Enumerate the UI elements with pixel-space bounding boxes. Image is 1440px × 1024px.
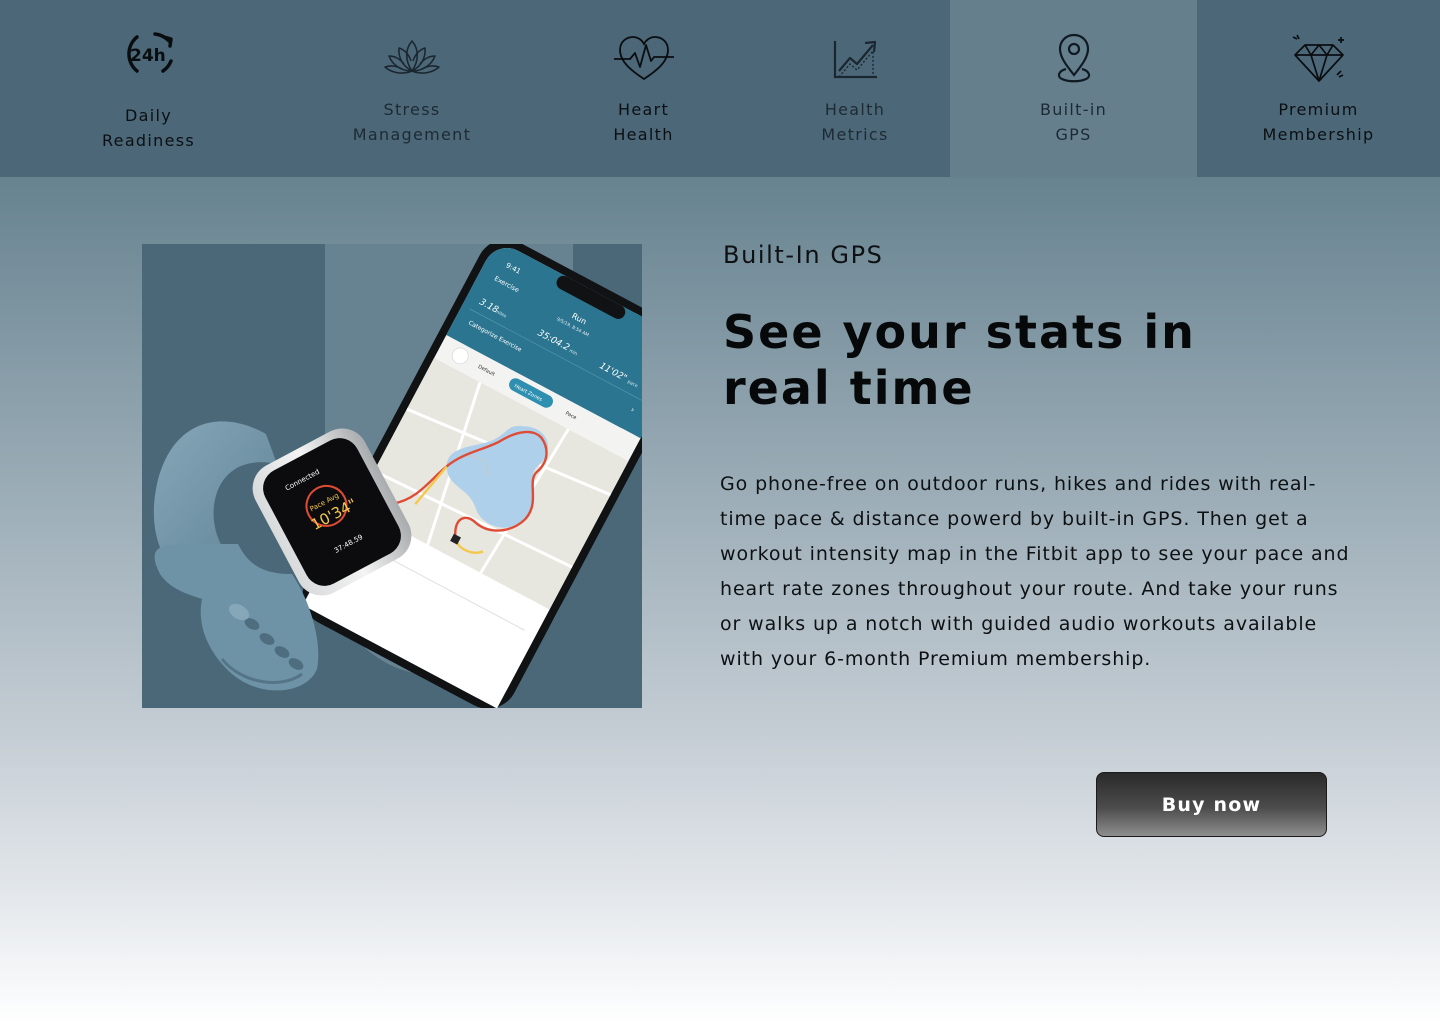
lotus-icon (380, 31, 444, 87)
tab-built-in-gps[interactable]: Built-in GPS (950, 0, 1197, 177)
headline: See your stats in real time (723, 305, 1196, 415)
heart-pulse-icon (612, 31, 676, 87)
tab-label: Heart Health (613, 99, 674, 144)
tab-stress-management[interactable]: Stress Management (297, 0, 527, 177)
tab-label: Premium Membership (1262, 99, 1375, 144)
tab-health-metrics[interactable]: Health Metrics (760, 0, 950, 177)
tab-heart-health[interactable]: Heart Health (527, 0, 760, 177)
tab-label: Stress Management (352, 99, 472, 144)
diamond-icon (1287, 31, 1351, 87)
buy-now-button[interactable]: Buy now (1096, 772, 1327, 837)
feature-tabs: 24h Daily Readiness Stress Management He… (0, 0, 1440, 177)
tab-daily-readiness[interactable]: 24h Daily Readiness (0, 0, 297, 177)
tab-label: Daily Readiness (101, 105, 195, 150)
product-image: 9:41 Exercise Run 9/5/19, 8:54 AM 3.18 m… (142, 244, 642, 708)
trend-chart-icon (823, 31, 887, 87)
svg-text:24h: 24h (130, 46, 166, 66)
24h-icon: 24h (117, 25, 181, 81)
location-pin-icon (1042, 31, 1106, 87)
section-label: Built-In GPS (723, 241, 884, 269)
tab-label: Built-in GPS (1039, 99, 1108, 144)
body-copy: Go phone-free on outdoor runs, hikes and… (720, 473, 1350, 670)
tab-label: Health Metrics (821, 99, 889, 144)
tab-premium-membership[interactable]: Premium Membership (1197, 0, 1440, 177)
